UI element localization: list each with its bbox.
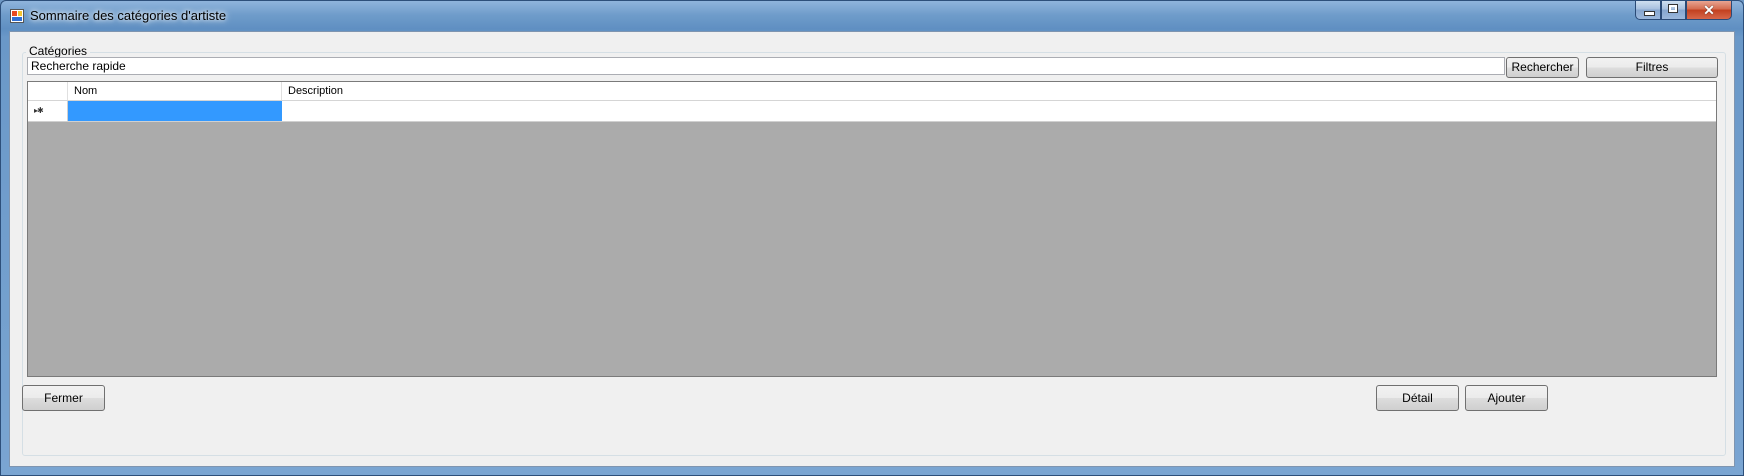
detail-button[interactable]: Détail bbox=[1376, 385, 1459, 411]
filters-button[interactable]: Filtres bbox=[1586, 57, 1718, 78]
title-bar[interactable]: Sommaire des catégories d'artiste ✕ bbox=[1, 1, 1743, 31]
window-title: Sommaire des catégories d'artiste bbox=[30, 8, 227, 23]
add-button[interactable]: Ajouter bbox=[1465, 385, 1548, 411]
new-row-indicator-icon[interactable]: ▸✱ bbox=[28, 101, 68, 121]
table-row[interactable]: ▸✱ bbox=[28, 101, 1716, 122]
maximize-button[interactable] bbox=[1661, 1, 1686, 20]
column-header-description[interactable]: Description bbox=[282, 82, 1716, 100]
cell-nom[interactable] bbox=[68, 101, 282, 121]
close-window-button[interactable]: ✕ bbox=[1686, 1, 1732, 20]
grid-corner-header[interactable] bbox=[28, 82, 68, 100]
app-icon[interactable] bbox=[10, 9, 24, 23]
maximize-icon bbox=[1668, 4, 1678, 13]
categories-grid[interactable]: Nom Description ▸✱ bbox=[27, 81, 1717, 377]
grid-header: Nom Description bbox=[28, 82, 1716, 101]
groupbox-label: Catégories bbox=[26, 44, 91, 58]
minimize-button[interactable] bbox=[1635, 1, 1661, 20]
cell-description[interactable] bbox=[282, 101, 1716, 121]
column-header-nom[interactable]: Nom bbox=[68, 82, 282, 100]
search-button[interactable]: Rechercher bbox=[1506, 57, 1579, 78]
minimize-icon bbox=[1644, 11, 1655, 16]
form-client-area: Catégories Recherche rapide Rechercher F… bbox=[9, 31, 1735, 467]
close-button[interactable]: Fermer bbox=[22, 385, 105, 411]
close-icon: ✕ bbox=[1703, 2, 1715, 18]
quick-search-input[interactable]: Recherche rapide bbox=[27, 57, 1505, 75]
app-window: Sommaire des catégories d'artiste ✕ Caté… bbox=[0, 0, 1744, 476]
